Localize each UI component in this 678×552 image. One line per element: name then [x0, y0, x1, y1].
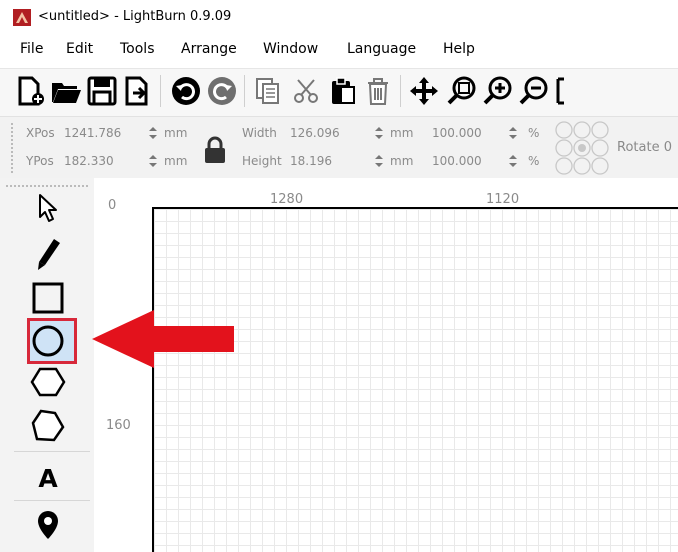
width-scale-input[interactable]: 100.000	[432, 126, 482, 140]
toolbar-separator	[244, 75, 245, 107]
cursor-arrow-icon	[39, 194, 57, 222]
cut-icon[interactable]	[290, 75, 322, 107]
width-label: Width	[242, 126, 277, 140]
lightburn-logo-icon	[13, 9, 31, 26]
paste-icon[interactable]	[326, 75, 358, 107]
annotation-arrow-icon	[92, 310, 234, 368]
rotate-label: Rotate 0	[617, 140, 672, 155]
width-scale-unit: %	[528, 126, 540, 140]
menu-arrange[interactable]: Arrange	[181, 41, 237, 57]
tool-separator	[14, 500, 90, 501]
width-unit: mm	[390, 126, 414, 140]
xpos-label: XPos	[26, 126, 55, 140]
ruler-x-label: 1120	[486, 192, 520, 207]
height-scale-spinner-icon[interactable]	[505, 153, 521, 169]
move-icon[interactable]	[408, 75, 440, 107]
ruler-y-label: 160	[106, 418, 131, 433]
open-folder-icon[interactable]	[50, 75, 82, 107]
height-spinner-icon[interactable]	[371, 153, 387, 169]
tool-separator	[14, 451, 90, 452]
numeric-edits-bar: XPos 1241.786 mm YPos 182.330 mm Width 1…	[0, 116, 678, 180]
pencil-icon	[38, 239, 60, 270]
rectangle-tool[interactable]	[26, 278, 70, 318]
width-scale-spinner-icon[interactable]	[505, 125, 521, 141]
menu-language[interactable]: Language	[347, 41, 416, 57]
ellipse-tool[interactable]	[26, 321, 70, 361]
ruler-origin-label: 0	[108, 198, 117, 213]
xpos-spinner-icon[interactable]	[145, 125, 161, 141]
zoom-page-icon[interactable]	[554, 75, 578, 107]
ypos-label: YPos	[26, 154, 54, 168]
zoom-frame-icon[interactable]	[446, 75, 478, 107]
height-scale-unit: %	[528, 154, 540, 168]
height-unit: mm	[390, 154, 414, 168]
pentagon-icon	[31, 409, 65, 442]
height-label: Height	[242, 154, 282, 168]
menu-file[interactable]: File	[20, 41, 43, 57]
ypos-input[interactable]: 182.330	[64, 154, 114, 168]
circle-icon	[32, 325, 64, 357]
save-icon[interactable]	[86, 75, 118, 107]
pentagon-tool[interactable]	[26, 406, 70, 446]
menu-window[interactable]: Window	[263, 41, 318, 57]
main-toolbar	[0, 68, 678, 117]
menu-help[interactable]: Help	[443, 41, 475, 57]
width-input[interactable]: 126.096	[290, 126, 340, 140]
menu-tools[interactable]: Tools	[120, 41, 155, 57]
text-tool-glyph: A	[38, 463, 58, 493]
rectangle-icon	[32, 282, 64, 314]
edit-nodes-tool[interactable]	[26, 234, 70, 274]
hexagon-icon	[30, 367, 66, 397]
text-tool[interactable]: A	[26, 458, 70, 498]
polygon-tool[interactable]	[26, 362, 70, 402]
xpos-unit: mm	[164, 126, 188, 140]
import-icon[interactable]	[122, 75, 154, 107]
toolbar-separator	[400, 75, 401, 107]
width-spinner-icon[interactable]	[371, 125, 387, 141]
redo-icon[interactable]	[206, 75, 238, 107]
xpos-input[interactable]: 1241.786	[64, 126, 121, 140]
ruler-x-label: 1280	[270, 192, 304, 207]
work-area-grid[interactable]	[152, 207, 678, 552]
map-pin-icon	[38, 511, 58, 539]
toolbar-separator	[160, 75, 161, 107]
delete-icon[interactable]	[362, 75, 394, 107]
new-file-icon[interactable]	[14, 75, 46, 107]
menu-edit[interactable]: Edit	[66, 41, 93, 57]
window-title: <untitled> - LightBurn 0.9.09	[38, 9, 232, 24]
ypos-unit: mm	[164, 154, 188, 168]
height-scale-input[interactable]: 100.000	[432, 154, 482, 168]
select-tool[interactable]	[26, 188, 70, 228]
title-bar: <untitled> - LightBurn 0.9.09	[0, 0, 678, 34]
copy-icon[interactable]	[252, 75, 284, 107]
position-laser-tool[interactable]	[26, 505, 70, 545]
zoom-out-icon[interactable]	[518, 75, 550, 107]
height-input[interactable]: 18.196	[290, 154, 332, 168]
zoom-in-icon[interactable]	[482, 75, 514, 107]
origin-selector-icon[interactable]	[554, 121, 610, 175]
lock-icon[interactable]	[200, 135, 230, 165]
undo-icon[interactable]	[170, 75, 202, 107]
ypos-spinner-icon[interactable]	[145, 153, 161, 169]
menu-bar: File Edit Tools Arrange Window Language …	[0, 38, 678, 62]
toolbar-grip[interactable]	[11, 123, 16, 173]
